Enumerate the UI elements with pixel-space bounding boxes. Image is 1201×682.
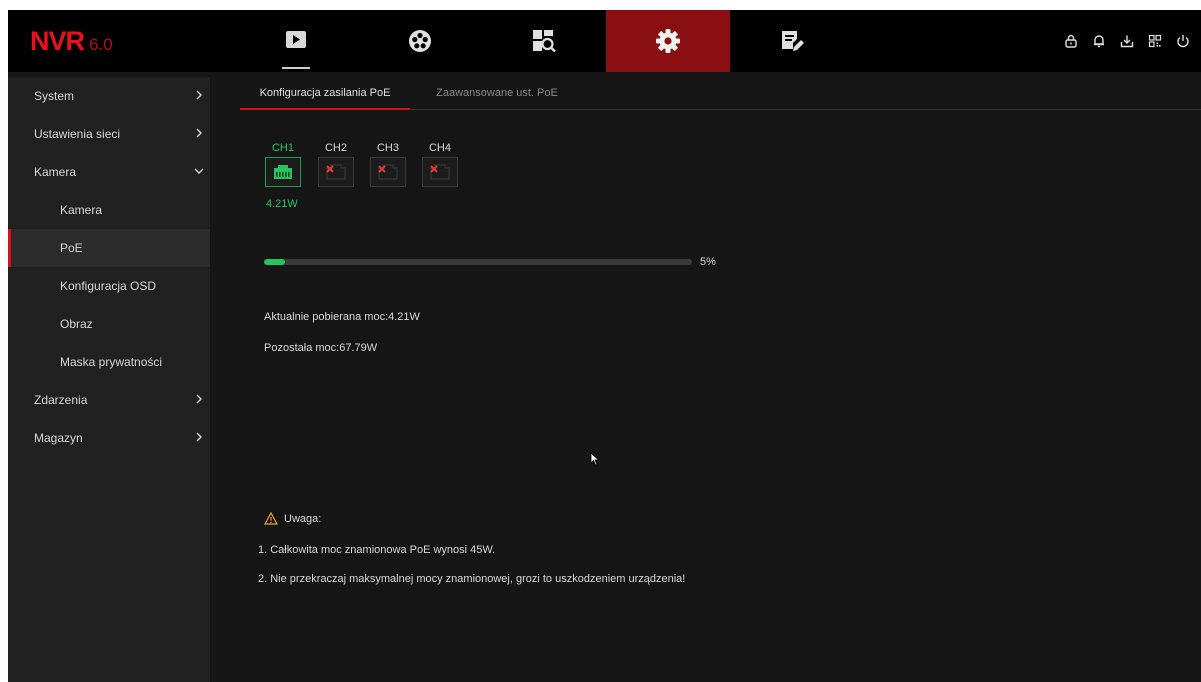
poe-usage-bar-fill	[264, 259, 286, 265]
sidebar-item-events[interactable]: Zdarzenia	[8, 381, 210, 419]
play-icon	[286, 31, 306, 48]
sidebar-item-label: System	[34, 89, 75, 103]
sidebar-item-system[interactable]: System	[8, 77, 210, 115]
mouse-cursor-icon	[590, 452, 600, 466]
sidebar-item-privacy-mask[interactable]: Maska prywatności	[8, 343, 210, 381]
sidebar-item-network[interactable]: Ustawienia sieci	[8, 115, 210, 153]
tab-label: Zaawansowane ust. PoE	[436, 87, 558, 99]
top-icon-bar	[1055, 31, 1195, 51]
note-line-2: 2. Nie przekraczaj maksymalnej mocy znam…	[258, 573, 686, 585]
sidebar-item-camera-group[interactable]: Kamera	[8, 153, 210, 191]
film-reel-icon	[409, 30, 431, 52]
note-line-1: 1. Całkowita moc znamionowa PoE wynosi 4…	[258, 544, 496, 556]
gear-icon	[656, 29, 680, 53]
sidebar: System Ustawienia sieci Kamera Kamera Po…	[8, 77, 210, 682]
sidebar-item-label: Ustawienia sieci	[34, 127, 121, 141]
ethernet-port-ch1[interactable]	[265, 157, 301, 187]
tab-bar: Konfiguracja zasilania PoE Zaawansowane …	[240, 77, 1201, 110]
poe-usage-bar	[264, 259, 692, 265]
nav-underline	[282, 67, 310, 69]
logo-text: NVR	[30, 26, 85, 56]
sidebar-item-label: PoE	[60, 241, 83, 255]
chevron-right-icon	[196, 90, 202, 100]
chevron-right-icon	[196, 432, 202, 442]
sidebar-item-label: Kamera	[60, 203, 103, 217]
sidebar-item-camera[interactable]: Kamera	[8, 191, 210, 229]
ethernet-port-icon	[274, 165, 292, 179]
disconnected-x-icon	[378, 165, 386, 173]
download-icon[interactable]	[1115, 31, 1139, 51]
sidebar-item-label: Kamera	[34, 165, 77, 179]
sidebar-item-label: Magazyn	[34, 431, 83, 445]
nav-live-view[interactable]	[234, 10, 358, 72]
disconnected-x-icon	[326, 165, 334, 173]
sidebar-item-poe[interactable]: PoE	[8, 229, 210, 267]
power-icon[interactable]	[1171, 31, 1195, 51]
main-panel: Konfiguracja zasilania PoE Zaawansowane …	[210, 77, 1201, 682]
sidebar-item-osd[interactable]: Konfiguracja OSD	[8, 267, 210, 305]
ethernet-port-ch3[interactable]	[370, 157, 406, 187]
remaining-power-text: Pozostała moc:67.79W	[264, 342, 378, 354]
warning-icon	[264, 512, 278, 525]
poe-usage-percent: 5%	[700, 256, 716, 268]
nav-maintenance[interactable]	[730, 10, 854, 72]
tab-label: Konfiguracja zasilania PoE	[259, 87, 391, 99]
tab-poe-advanced[interactable]: Zaawansowane ust. PoE	[422, 77, 572, 109]
note-header: Uwaga:	[264, 512, 321, 525]
nav-search[interactable]	[482, 10, 606, 72]
channel-label-ch4: CH4	[428, 142, 451, 154]
nav-settings[interactable]	[606, 10, 730, 72]
sidebar-item-storage[interactable]: Magazyn	[8, 419, 210, 457]
chevron-right-icon	[196, 394, 202, 404]
logo: NVR 6.0	[30, 26, 113, 56]
bell-icon[interactable]	[1087, 31, 1111, 51]
current-power-text: Aktualnie pobierana moc:4.21W	[264, 311, 420, 323]
channel-label-ch3: CH3	[376, 142, 399, 154]
channel-label-ch1: CH1	[271, 142, 294, 154]
disconnected-x-icon	[430, 165, 438, 173]
sidebar-item-label: Konfiguracja OSD	[60, 279, 157, 293]
tab-poe-power-config[interactable]: Konfiguracja zasilania PoE	[240, 77, 410, 110]
nav-playback[interactable]	[358, 10, 482, 72]
channel-power-ch1: 4.21W	[266, 198, 298, 210]
ethernet-port-ch2[interactable]	[318, 157, 354, 187]
search-grid-icon	[533, 30, 556, 53]
edit-wrench-icon	[782, 31, 804, 51]
chevron-down-icon	[194, 168, 204, 174]
nvr-window: NVR 6.0 System Ustawienia sieci Kamera K…	[8, 10, 1201, 682]
sidebar-item-label: Zdarzenia	[34, 393, 88, 407]
chevron-right-icon	[196, 128, 202, 138]
sidebar-item-label: Obraz	[60, 317, 93, 331]
ethernet-port-ch4[interactable]	[422, 157, 458, 187]
sidebar-item-image[interactable]: Obraz	[8, 305, 210, 343]
sidebar-item-label: Maska prywatności	[60, 355, 163, 369]
channel-label-ch2: CH2	[324, 142, 347, 154]
top-bar: NVR 6.0	[8, 10, 1201, 72]
logo-version: 6.0	[89, 35, 113, 54]
qr-code-icon[interactable]	[1143, 31, 1167, 51]
lock-icon[interactable]	[1059, 31, 1083, 51]
note-title: Uwaga:	[284, 512, 322, 525]
